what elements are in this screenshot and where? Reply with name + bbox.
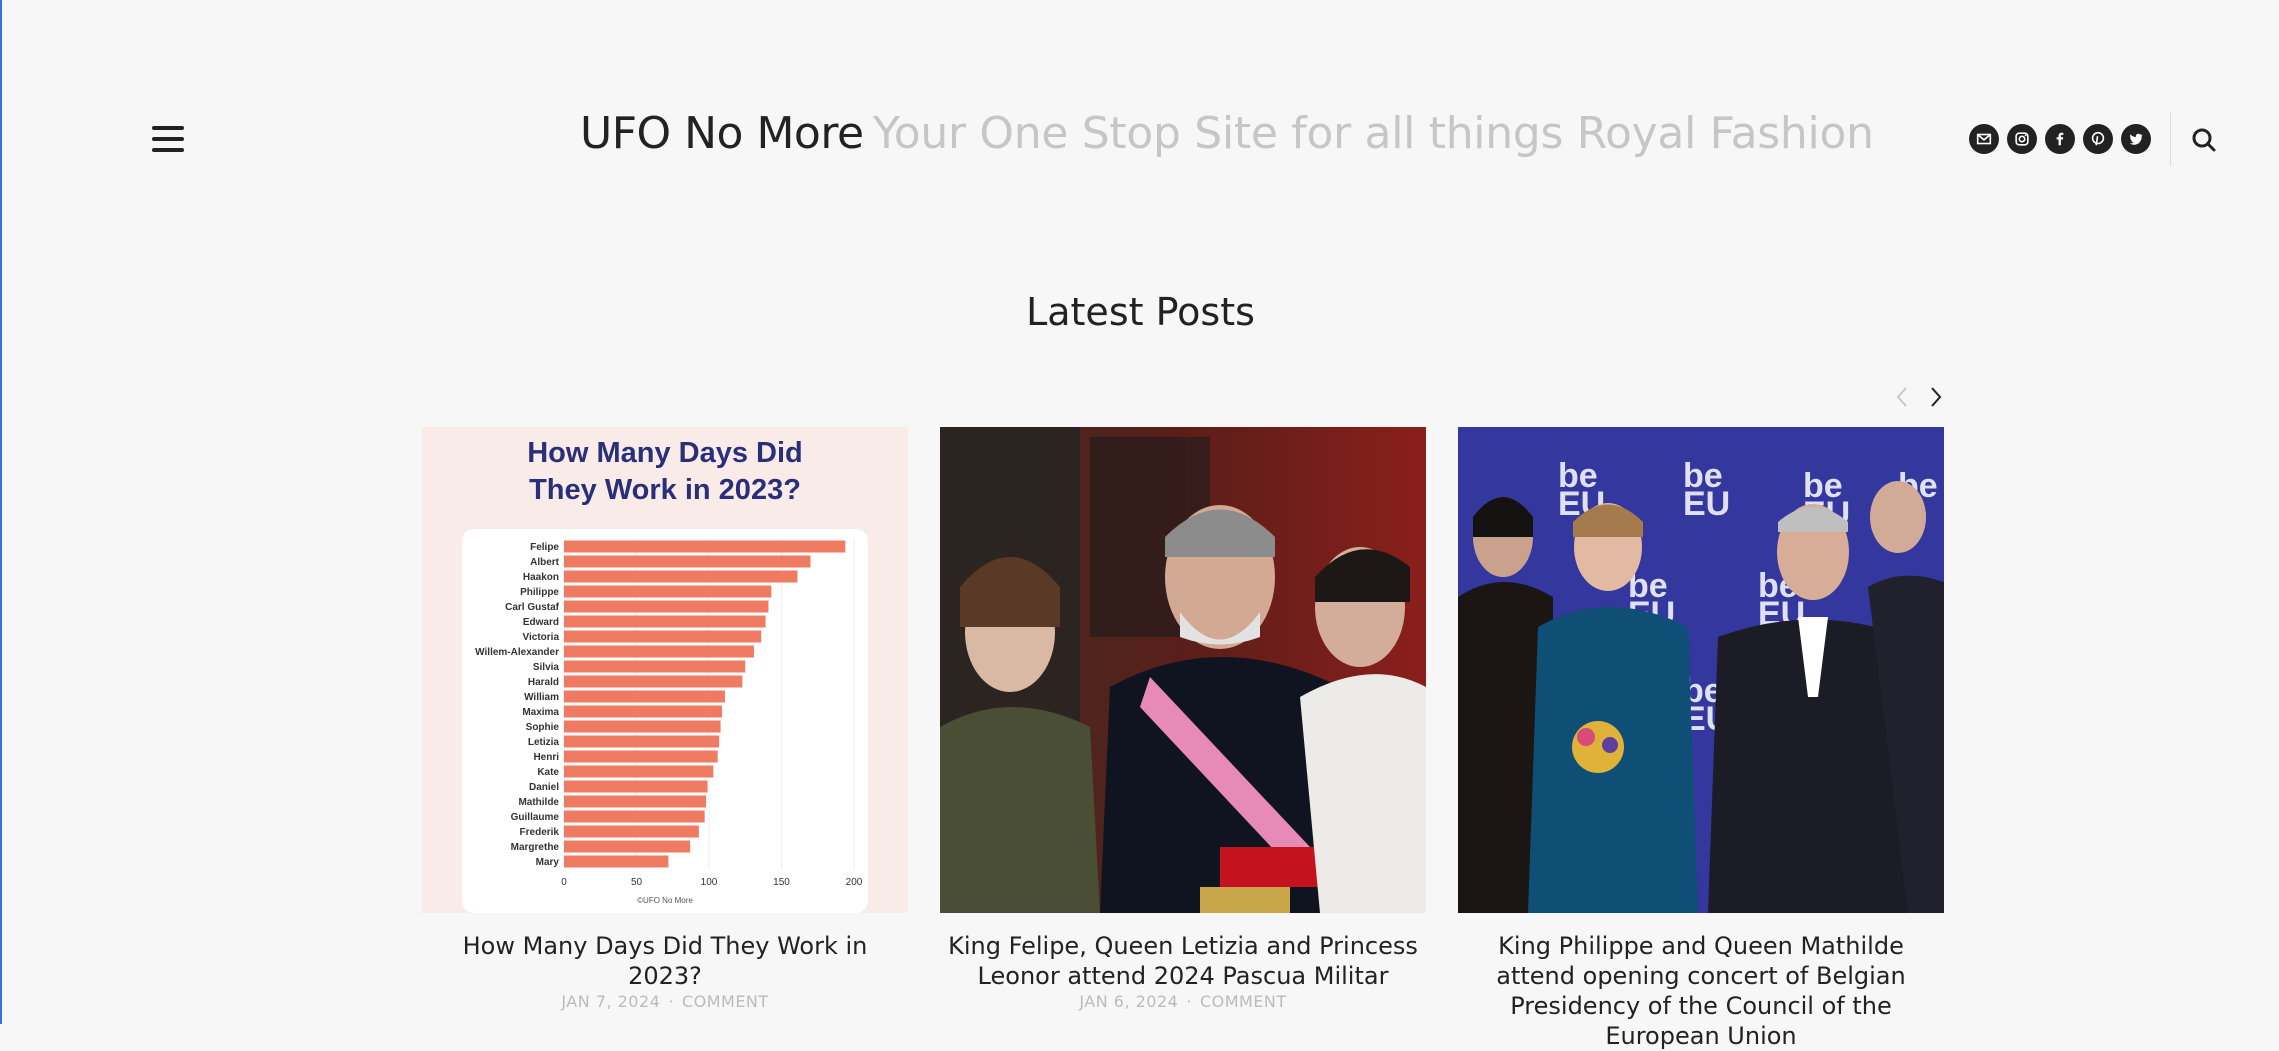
chart-heading: How Many Days Did They Work in 2023? xyxy=(422,435,908,509)
post-date: JAN 6, 2024 xyxy=(1079,992,1179,1011)
chart-tick-label: 50 xyxy=(631,877,643,888)
chart-bar xyxy=(564,660,746,673)
chart-category-label: Carl Gustaf xyxy=(505,602,560,613)
chart-bar xyxy=(564,675,743,688)
chart-category-label: Victoria xyxy=(523,632,560,643)
post-thumbnail[interactable] xyxy=(940,427,1426,913)
site-tagline: Your One Stop Site for all things Royal … xyxy=(873,108,1874,159)
chart-bar xyxy=(564,810,705,823)
chart-heading-line: They Work in 2023? xyxy=(529,474,801,506)
chart-category-label: Albert xyxy=(530,557,560,568)
chart-bar xyxy=(564,720,721,733)
chart-bar xyxy=(564,585,772,598)
site-title[interactable]: UFO No More xyxy=(580,108,864,159)
mail-icon[interactable] xyxy=(1969,124,1999,154)
chart-bar xyxy=(564,840,691,853)
chart-category-label: Silvia xyxy=(533,662,560,673)
post-comment-link[interactable]: COMMENT xyxy=(682,992,769,1011)
chart-category-label: Harald xyxy=(528,677,559,688)
header-divider xyxy=(2170,112,2171,166)
chart-category-label: Haakon xyxy=(523,572,559,583)
post-thumbnail[interactable]: How Many Days Did They Work in 2023? Fel… xyxy=(422,427,908,913)
meta-separator: · xyxy=(1186,992,1192,1011)
section-title: Latest Posts xyxy=(1026,290,1255,334)
chart-tick-label: 200 xyxy=(846,877,863,888)
post-date: JAN 7, 2024 xyxy=(561,992,661,1011)
site-header: UFO No More Your One Stop Site for all t… xyxy=(2,0,2279,280)
chart-tick-label: 0 xyxy=(561,877,567,888)
search-icon[interactable] xyxy=(2189,125,2219,155)
pinterest-icon[interactable] xyxy=(2083,124,2113,154)
chart-category-label: Mathilde xyxy=(518,797,559,808)
chart-heading-line: How Many Days Did xyxy=(527,437,803,469)
chart-bar xyxy=(564,570,798,583)
svg-text:EU: EU xyxy=(1683,485,1730,523)
chart-category-label: Mary xyxy=(536,857,560,868)
chart-bar xyxy=(564,780,708,793)
chart-bar xyxy=(564,795,707,808)
chart-category-label: Maxima xyxy=(522,707,559,718)
chart-category-label: Frederik xyxy=(520,827,560,838)
chevron-right-icon[interactable] xyxy=(1924,382,1948,412)
chart-tick-label: 150 xyxy=(773,877,790,888)
chart-bar xyxy=(564,615,766,628)
chart-credit: ©UFO No More xyxy=(637,896,693,905)
chevron-left-icon[interactable] xyxy=(1890,382,1914,412)
social-links xyxy=(1969,124,2151,154)
chart-category-label: Letizia xyxy=(528,737,560,748)
post-meta: JAN 6, 2024 · COMMENT xyxy=(940,992,1426,1011)
instagram-icon[interactable] xyxy=(2007,124,2037,154)
chart-bar xyxy=(564,600,769,613)
chart-bar xyxy=(564,825,699,838)
chart-bar xyxy=(564,540,846,553)
chart-bar xyxy=(564,750,718,763)
chart-category-label: Guillaume xyxy=(511,812,560,823)
post-card: King Felipe, Queen Letizia and Princess … xyxy=(940,427,1426,1011)
chart-bar xyxy=(564,765,714,778)
post-photo: beEU beEU beEU be beEU beEU beEU xyxy=(1458,427,1944,913)
menu-icon[interactable] xyxy=(152,126,184,152)
post-card: How Many Days Did They Work in 2023? Fel… xyxy=(422,427,908,1011)
chart-panel: Felipe Albert Haakon Philippe Carl Gustaf Edw… xyxy=(462,529,868,913)
chart-category-label: Sophie xyxy=(526,722,560,733)
chart-bar xyxy=(564,630,762,643)
post-title[interactable]: King Philippe and Queen Mathilde attend … xyxy=(1458,931,1944,1051)
chart-category-label: Daniel xyxy=(529,782,559,793)
post-thumbnail[interactable]: beEU beEU beEU be beEU beEU beEU xyxy=(1458,427,1944,913)
twitter-icon[interactable] xyxy=(2121,124,2151,154)
chart-tick-label: 100 xyxy=(701,877,718,888)
chart-bar xyxy=(564,645,754,658)
bar-chart: Felipe Albert Haakon Philippe Carl Gustaf Edw… xyxy=(475,539,863,905)
chart-bar xyxy=(564,555,811,568)
post-title[interactable]: King Felipe, Queen Letizia and Princess … xyxy=(940,931,1426,991)
chart-category-label: Edward xyxy=(523,617,559,628)
chart-bar xyxy=(564,855,669,868)
post-title[interactable]: How Many Days Did They Work in 2023? xyxy=(422,931,908,991)
chart-category-label: Henri xyxy=(533,752,559,763)
chart-bar xyxy=(564,690,725,703)
chart-category-label: Felipe xyxy=(530,542,559,553)
post-meta: JAN 7, 2024 · COMMENT xyxy=(422,992,908,1011)
chart-category-label: Margrethe xyxy=(511,842,560,853)
chart-bar xyxy=(564,705,723,718)
post-photo xyxy=(940,427,1426,913)
carousel-arrows xyxy=(1890,382,1948,412)
chart-category-label: Willem-Alexander xyxy=(475,647,559,658)
post-card: beEU beEU beEU be beEU beEU beEU xyxy=(1458,427,1944,1051)
chart-category-label: Kate xyxy=(537,767,559,778)
chart-category-label: William xyxy=(524,692,559,703)
post-comment-link[interactable]: COMMENT xyxy=(1200,992,1287,1011)
chart-category-label: Philippe xyxy=(520,587,559,598)
meta-separator: · xyxy=(668,992,674,1011)
facebook-icon[interactable] xyxy=(2045,124,2075,154)
chart-bar xyxy=(564,735,720,748)
